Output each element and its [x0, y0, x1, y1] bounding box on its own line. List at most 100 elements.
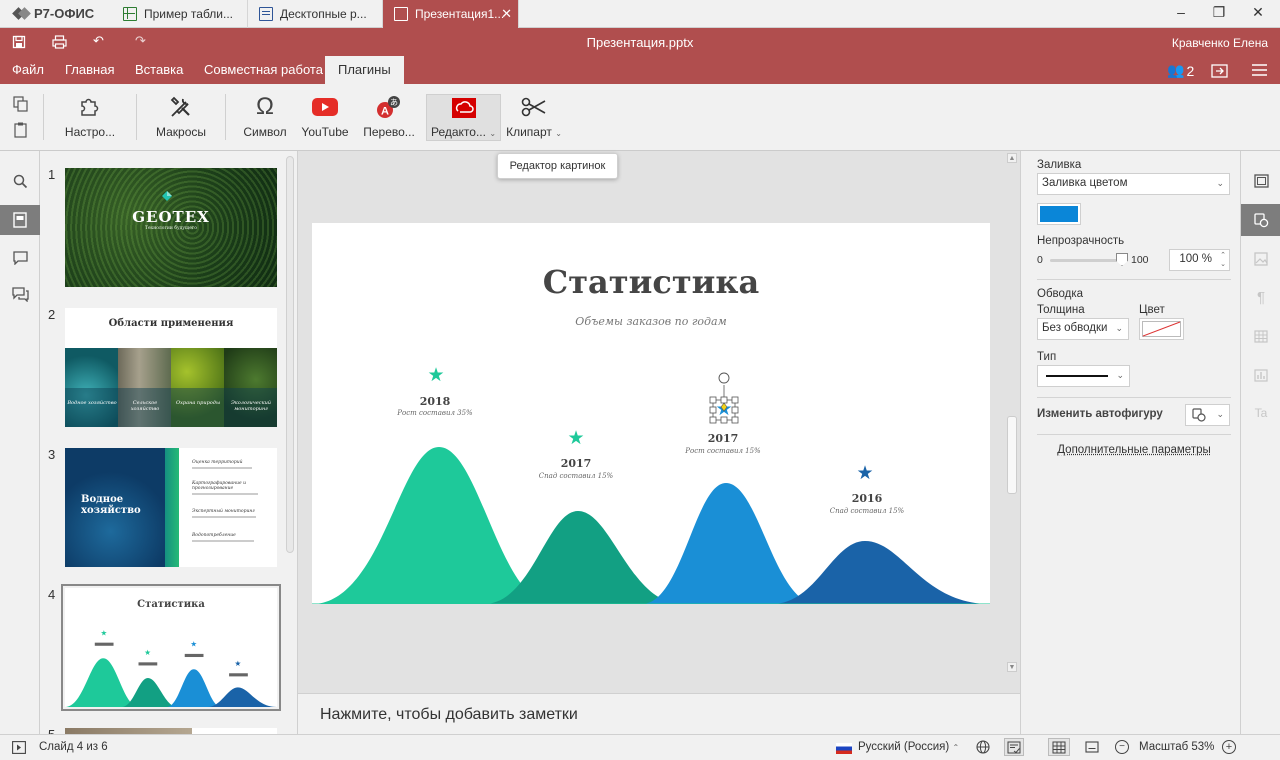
thumb-title: Области применения	[108, 318, 234, 329]
zoom-out-icon[interactable]: −	[1115, 740, 1129, 754]
star-icon[interactable]: ★	[427, 365, 444, 386]
left-sidebar	[0, 151, 40, 734]
advanced-settings-link[interactable]: Дополнительные параметры	[1037, 444, 1231, 456]
paragraph-settings-icon[interactable]: ¶	[1241, 281, 1280, 313]
language-selector[interactable]: Русский (Россия) ⌃	[858, 741, 959, 753]
thumb-caption: Экологический мониторинг	[230, 400, 272, 412]
chat-icon[interactable]	[0, 279, 40, 309]
save-icon[interactable]	[12, 35, 26, 49]
opacity-slider-handle[interactable]	[1116, 253, 1128, 266]
point-note[interactable]: Рост составил 35%	[376, 409, 494, 417]
point-year[interactable]: 2016	[808, 492, 926, 505]
spellcheck-icon[interactable]	[1004, 738, 1024, 756]
spreadsheet-icon	[123, 7, 137, 21]
close-window-icon[interactable]: ✕	[1248, 4, 1268, 21]
image-settings-icon[interactable]	[1241, 243, 1280, 275]
translator-button[interactable]: Aあ Перево...	[360, 94, 418, 142]
maximize-icon[interactable]: ❐	[1209, 4, 1229, 21]
doc-tab-spreadsheet[interactable]: Пример табли...	[112, 0, 248, 28]
point-note[interactable]: Рост составил 15%	[664, 447, 782, 455]
star-icon[interactable]: ★	[567, 428, 584, 449]
point-note[interactable]: Спад составил 15%	[808, 507, 926, 515]
undo-icon[interactable]: ↶	[93, 33, 104, 49]
change-shape-button[interactable]: ⌄	[1185, 404, 1230, 426]
thumb-item: Картографирование и прогнозирование	[192, 481, 247, 491]
fill-type-select[interactable]: Заливка цветом ⌄	[1037, 173, 1230, 195]
point-year[interactable]: 2017	[517, 457, 635, 470]
mountain-2016[interactable]	[772, 541, 990, 604]
copy-icon[interactable]	[13, 96, 29, 112]
opacity-label: Непрозрачность	[1037, 235, 1125, 247]
menu-hamburger-icon[interactable]	[1252, 64, 1267, 76]
mountain-2018[interactable]	[312, 447, 552, 604]
thickness-select[interactable]: Без обводки ⌄	[1037, 318, 1129, 340]
thumbs-scrollbar[interactable]	[286, 156, 294, 553]
point-year[interactable]: 2017	[664, 432, 782, 445]
users-icon: 👥	[1167, 62, 1185, 78]
notes-area[interactable]: Нажмите, чтобы добавить заметки	[298, 693, 1020, 734]
no-color-icon	[1142, 321, 1181, 337]
menu-file[interactable]: Файл	[0, 56, 56, 84]
opacity-spinner[interactable]: 100 % ⌃ ⌄	[1169, 249, 1230, 271]
stroke-color-button[interactable]	[1139, 318, 1184, 340]
spinner-arrows-icon[interactable]: ⌃ ⌄	[1220, 251, 1226, 269]
coauthors-button[interactable]: 👥 2	[1167, 62, 1194, 79]
doc-tab-label: Пример табли...	[144, 7, 234, 21]
point-year[interactable]: 2018	[376, 395, 494, 408]
star-icon[interactable]: ★	[856, 463, 873, 484]
stroke-type-select[interactable]: ⌄	[1037, 365, 1130, 387]
redo-icon[interactable]: ↷	[135, 33, 146, 49]
image-editor-button[interactable]: Редакто... ⌄	[426, 94, 501, 141]
text-art-settings-icon[interactable]: Ta	[1241, 397, 1280, 429]
menu-home[interactable]: Главная	[53, 56, 126, 84]
play-slideshow-icon[interactable]	[11, 739, 27, 755]
plugin-settings-label: Настро...	[64, 125, 116, 139]
globe-icon[interactable]	[975, 739, 991, 755]
current-slide[interactable]: Статистика Объемы заказов по годам ★ ★ ★…	[312, 223, 990, 604]
menu-insert[interactable]: Вставка	[123, 56, 195, 84]
table-settings-icon[interactable]	[1241, 320, 1280, 352]
doc-tab-document[interactable]: Десктопные р...	[248, 0, 383, 28]
scroll-up-icon[interactable]: ▲	[1007, 153, 1017, 163]
slide-settings-icon[interactable]	[1241, 165, 1280, 197]
clipart-button[interactable]: Клипарт ⌄	[505, 94, 563, 142]
paste-icon[interactable]	[13, 122, 29, 138]
app-logo[interactable]: Р7-ОФИС	[14, 6, 94, 21]
open-location-icon[interactable]	[1211, 62, 1228, 78]
user-name[interactable]: Кравченко Елена	[1172, 36, 1268, 50]
mountain-2017-rost[interactable]	[642, 483, 817, 604]
slide-thumbnail-2[interactable]: Области применения Водное хозяйство Сель…	[65, 308, 277, 427]
slide-thumbnail-3[interactable]: Водное хозяйство Оценка территорий Карто…	[65, 448, 277, 567]
shape-settings-icon[interactable]	[1241, 204, 1280, 236]
youtube-button[interactable]: YouTube	[298, 94, 352, 142]
zoom-in-icon[interactable]: +	[1222, 740, 1236, 754]
normal-view-icon[interactable]	[1048, 738, 1070, 756]
thumb-caption: Водное хозяйство	[67, 400, 117, 406]
slides-panel-icon[interactable]	[0, 205, 40, 235]
scroll-down-icon[interactable]: ▼	[1007, 662, 1017, 672]
minimize-icon[interactable]: –	[1171, 4, 1191, 20]
comments-icon[interactable]	[0, 243, 40, 273]
canvas-scrollbar[interactable]: ▲ ▼	[1006, 151, 1018, 693]
selected-star-shape[interactable]: ★	[709, 372, 739, 424]
svg-text:あ: あ	[390, 98, 398, 107]
plugin-settings-button[interactable]: Настро...	[60, 94, 120, 142]
slide-thumbnail-4[interactable]: Статистика ★ ★ ★ ★	[61, 584, 281, 711]
print-icon[interactable]	[52, 35, 67, 49]
doc-tab-presentation[interactable]: Презентация1... ✕	[383, 0, 519, 28]
menu-collaboration[interactable]: Совместная работа	[192, 56, 335, 84]
point-note[interactable]: Спад составил 15%	[517, 472, 635, 480]
chart-settings-icon[interactable]	[1241, 359, 1280, 391]
youtube-icon	[312, 98, 338, 116]
slide-view-icon[interactable]	[1084, 739, 1100, 755]
symbol-button[interactable]: Ω Символ	[240, 93, 290, 142]
search-icon[interactable]	[0, 166, 40, 196]
macros-button[interactable]: Макросы	[152, 94, 210, 142]
scroll-thumb[interactable]	[1007, 416, 1017, 494]
fill-color-button[interactable]	[1037, 203, 1081, 225]
close-tab-icon[interactable]: ✕	[501, 6, 512, 22]
menu-plugins[interactable]: Плагины	[325, 56, 404, 84]
slide-number: 1	[48, 167, 56, 182]
slide-thumbnail-1[interactable]: GEOTEX Технологии будущего	[65, 168, 277, 287]
opacity-slider[interactable]	[1050, 259, 1124, 262]
